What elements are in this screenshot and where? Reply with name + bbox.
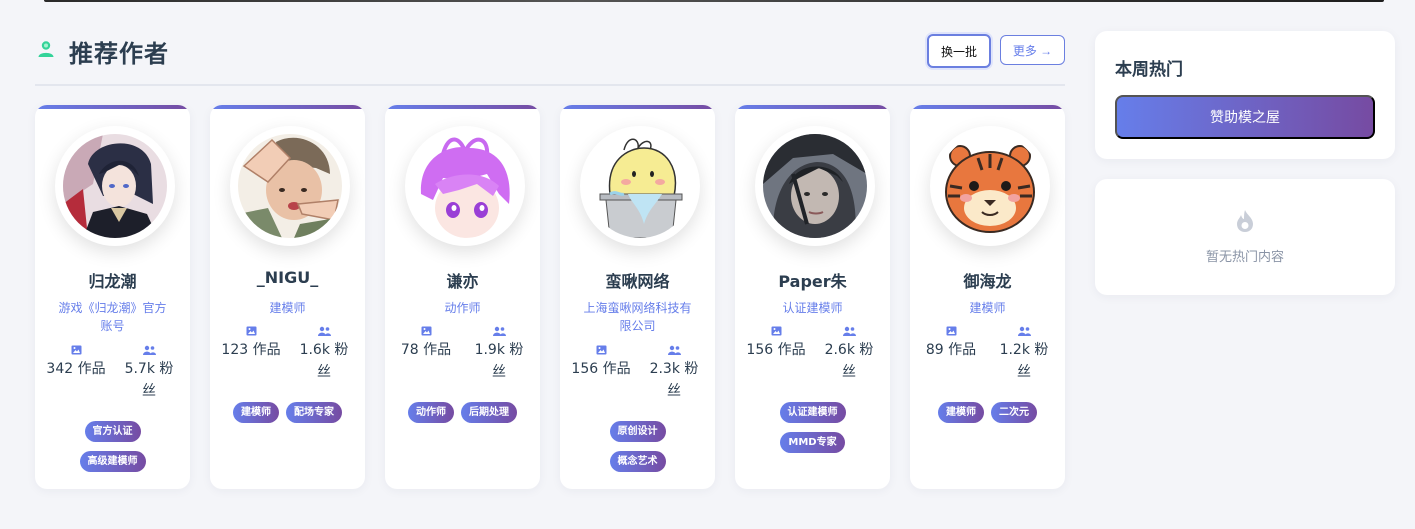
- users-icon: [492, 326, 506, 336]
- fire-icon: [1234, 209, 1256, 233]
- tag[interactable]: MMD专家: [780, 432, 845, 453]
- users-icon: [1017, 326, 1031, 336]
- card-accent-bar: [560, 105, 715, 109]
- fans-count: 2.3k 粉丝: [649, 361, 699, 399]
- avatar[interactable]: [588, 134, 692, 238]
- tag[interactable]: 二次元: [991, 402, 1038, 423]
- tag[interactable]: 高级建模师: [79, 451, 146, 472]
- avatar-frame: [755, 126, 875, 246]
- tag[interactable]: 官方认证: [84, 421, 141, 442]
- tag[interactable]: 原创设计: [609, 421, 666, 442]
- image-icon: [771, 326, 781, 336]
- fans-count: 1.6k 粉丝: [299, 342, 349, 380]
- sponsor-button[interactable]: 赞助模之屋: [1115, 95, 1375, 139]
- author-name[interactable]: _NIGU_: [210, 268, 365, 287]
- fans-count: 1.2k 粉丝: [999, 342, 1049, 380]
- author-card[interactable]: 归龙潮 游戏《归龙潮》官方账号 342 作品 5.7k 粉丝 官方认证 高级建模…: [35, 105, 190, 489]
- avatar-frame: [230, 126, 350, 246]
- card-accent-bar: [910, 105, 1065, 109]
- works-count: 156 作品: [746, 342, 806, 358]
- works-count: 342 作品: [46, 361, 106, 377]
- tag[interactable]: 后期处理: [461, 402, 518, 423]
- works-count: 156 作品: [571, 361, 631, 377]
- image-icon: [246, 326, 256, 336]
- avatar[interactable]: [63, 134, 167, 238]
- author-description: 动作师: [444, 301, 481, 315]
- works-count: 78 作品: [400, 342, 452, 358]
- avatar[interactable]: [938, 134, 1042, 238]
- users-icon: [317, 326, 331, 336]
- fans-count: 2.6k 粉丝: [824, 342, 874, 380]
- user-icon: [37, 40, 55, 58]
- image-icon: [596, 345, 606, 355]
- author-tags: 动作师 后期处理: [385, 400, 540, 430]
- more-button[interactable]: 更多 →: [1000, 35, 1065, 65]
- card-accent-bar: [385, 105, 540, 109]
- author-description: 建模师: [269, 301, 306, 315]
- author-stats: 78 作品 1.9k 粉丝: [385, 326, 540, 386]
- author-stats: 123 作品 1.6k 粉丝: [210, 326, 365, 386]
- section-title: 推荐作者: [69, 40, 169, 68]
- users-icon: [142, 345, 156, 355]
- avatar-frame: [55, 126, 175, 246]
- author-name[interactable]: 御海龙: [910, 268, 1065, 292]
- card-accent-bar: [735, 105, 890, 109]
- author-card[interactable]: Paper朱 认证建模师 156 作品 2.6k 粉丝 认证建模师 MMD专家: [735, 105, 890, 489]
- author-card[interactable]: 谦亦 动作师 78 作品 1.9k 粉丝 动作师 后期处理: [385, 105, 540, 489]
- avatar[interactable]: [763, 134, 867, 238]
- avatar[interactable]: [413, 134, 517, 238]
- tag[interactable]: 动作师: [407, 402, 454, 423]
- author-tags: 建模师 配场专家: [210, 400, 365, 430]
- avatar-frame: [580, 126, 700, 246]
- top-banner-edge: [44, 0, 1384, 2]
- hot-content-panel: 暂无热门内容: [1095, 179, 1395, 295]
- card-accent-bar: [210, 105, 365, 109]
- author-description: 上海蛮啾网络科技有限公司: [583, 301, 692, 333]
- author-description: 建模师: [969, 301, 1006, 315]
- author-name[interactable]: 谦亦: [385, 268, 540, 292]
- weekly-hot-title: 本周热门: [1115, 60, 1183, 80]
- image-icon: [71, 345, 81, 355]
- avatar-frame: [405, 126, 525, 246]
- author-stats: 342 作品 5.7k 粉丝: [35, 345, 190, 405]
- fans-count: 5.7k 粉丝: [124, 361, 174, 399]
- users-icon: [842, 326, 856, 336]
- tag[interactable]: 建模师: [937, 402, 984, 423]
- fans-count: 1.9k 粉丝: [474, 342, 524, 380]
- author-name[interactable]: Paper朱: [735, 268, 890, 292]
- author-tags: 原创设计 概念艺术: [560, 419, 715, 479]
- author-tags: 建模师 二次元: [910, 400, 1065, 430]
- section-header: 推荐作者 换一批 更多 →: [35, 30, 1065, 86]
- author-name[interactable]: 蛮啾网络: [560, 268, 715, 292]
- author-description: 认证建模师: [782, 301, 843, 315]
- image-icon: [946, 326, 956, 336]
- tag[interactable]: 建模师: [232, 402, 279, 423]
- empty-state-text: 暂无热门内容: [1205, 250, 1284, 265]
- tag[interactable]: 概念艺术: [609, 451, 666, 472]
- author-stats: 89 作品 1.2k 粉丝: [910, 326, 1065, 386]
- refresh-button[interactable]: 换一批: [927, 34, 991, 68]
- author-name[interactable]: 归龙潮: [35, 268, 190, 292]
- author-card[interactable]: 蛮啾网络 上海蛮啾网络科技有限公司 156 作品 2.3k 粉丝 原创设计 概念…: [560, 105, 715, 489]
- author-tags: 官方认证 高级建模师: [35, 419, 190, 479]
- author-description: 游戏《归龙潮》官方账号: [58, 301, 167, 333]
- author-stats: 156 作品 2.3k 粉丝: [560, 345, 715, 405]
- tag[interactable]: 认证建模师: [779, 402, 846, 423]
- avatar-frame: [930, 126, 1050, 246]
- author-stats: 156 作品 2.6k 粉丝: [735, 326, 890, 386]
- works-count: 123 作品: [221, 342, 281, 358]
- works-count: 89 作品: [925, 342, 977, 358]
- tag[interactable]: 配场专家: [286, 402, 343, 423]
- author-card[interactable]: 御海龙 建模师 89 作品 1.2k 粉丝 建模师 二次元: [910, 105, 1065, 489]
- card-accent-bar: [35, 105, 190, 109]
- author-card[interactable]: _NIGU_ 建模师 123 作品 1.6k 粉丝 建模师 配场专家: [210, 105, 365, 489]
- avatar[interactable]: [238, 134, 342, 238]
- image-icon: [421, 326, 431, 336]
- author-tags: 认证建模师 MMD专家: [735, 400, 890, 460]
- weekly-hot-panel: 本周热门 赞助模之屋: [1095, 31, 1395, 159]
- users-icon: [667, 345, 681, 355]
